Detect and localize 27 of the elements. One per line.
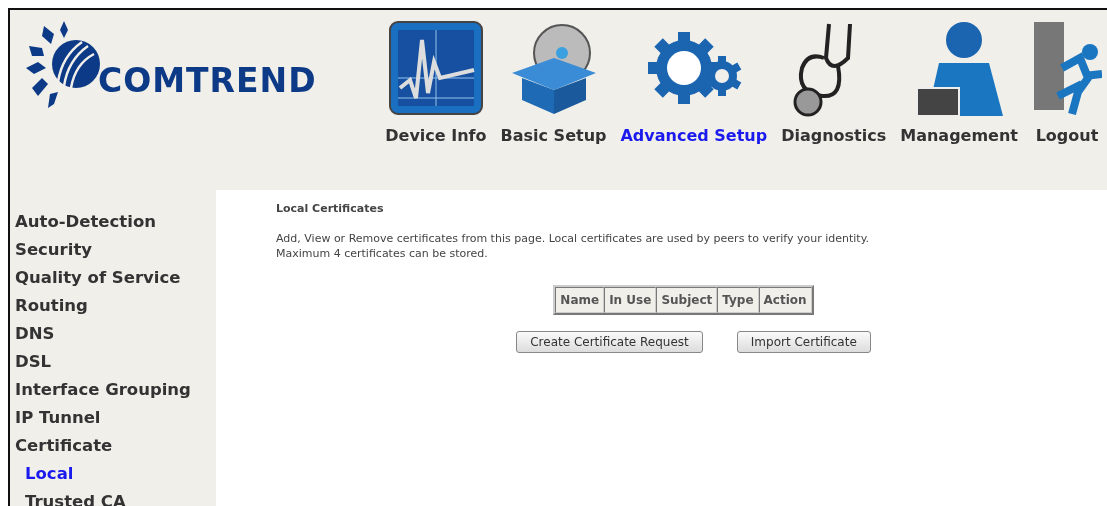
action-button[interactable]: Import Certificate <box>736 331 871 353</box>
column-header: Subject <box>656 287 718 313</box>
description-text: Add, View or Remove certificates from this page. Local certificates are used by peers to verify your identity. <box>276 231 871 246</box>
sidebar-link[interactable]: Certificate <box>15 432 216 460</box>
column-header: Action <box>758 287 812 313</box>
nav-link[interactable]: Basic Setup <box>493 18 614 145</box>
action-button[interactable]: Create Certificate Request <box>516 331 703 353</box>
nav-link[interactable]: Management <box>893 18 1025 145</box>
sidebar-link[interactable]: DNS <box>15 320 216 348</box>
sidebar-link[interactable]: Routing <box>15 292 216 320</box>
sidebar-link[interactable]: Quality of Service <box>15 264 216 292</box>
nav-link[interactable]: Device Info <box>378 18 494 145</box>
sidebar-link[interactable]: DSL <box>15 348 216 376</box>
description-text: Maximum 4 certificates can be stored. <box>276 246 489 261</box>
nav-link[interactable]: Logout <box>1025 18 1107 145</box>
sidebar-link[interactable]: Interface Grouping <box>15 376 216 404</box>
nav-link[interactable]: Diagnostics <box>774 18 894 145</box>
column-header: Name <box>555 287 605 313</box>
column-header: In Use <box>604 287 657 313</box>
sidebar-link[interactable]: Auto-Detection <box>15 208 216 236</box>
sidebar-link[interactable]: IP Tunnel <box>15 404 216 432</box>
column-header: Type <box>717 287 759 313</box>
page-title: Local Certificates <box>276 202 385 215</box>
sidebar-link[interactable]: Security <box>15 236 216 264</box>
logo-text: COMTREND <box>98 61 317 100</box>
sidebar-link[interactable]: Local <box>15 460 216 488</box>
nav-link[interactable]: Advanced Setup <box>613 18 775 145</box>
